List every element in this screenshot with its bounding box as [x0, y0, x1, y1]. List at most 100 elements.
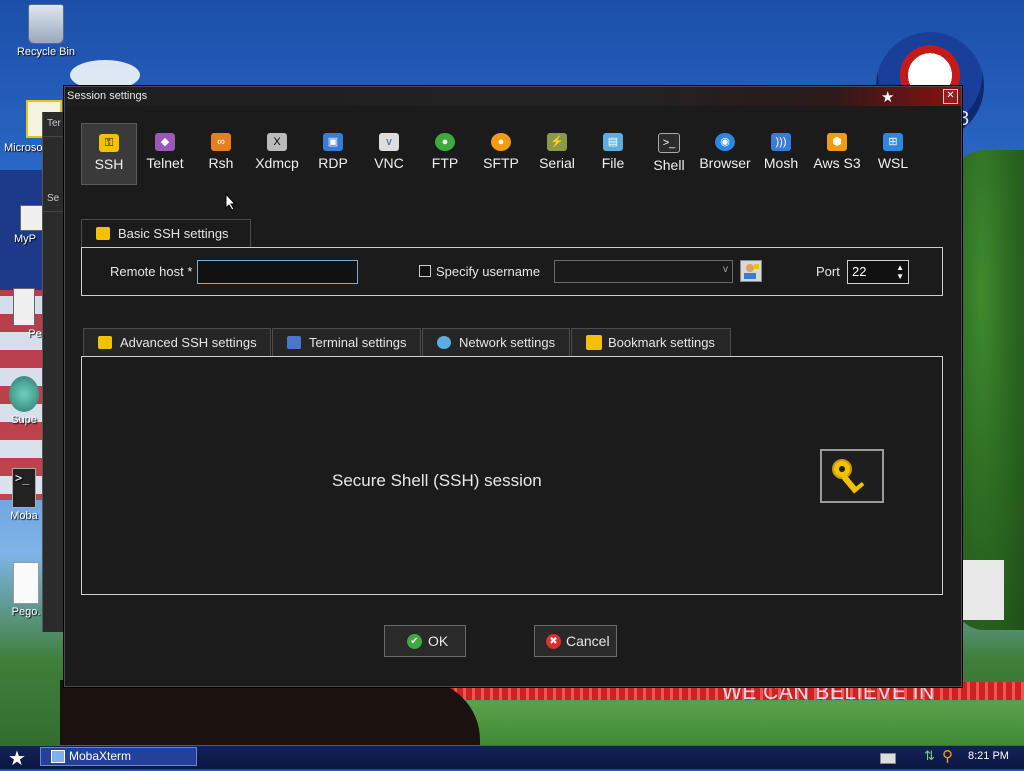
- vnc-icon: v: [379, 133, 399, 151]
- remote-host-input[interactable]: [197, 260, 358, 284]
- protocol-shell[interactable]: >_ Shell: [641, 123, 697, 185]
- dialog-title: Session settings: [67, 90, 148, 102]
- browser-icon: ◉: [715, 133, 735, 151]
- shortcut-icon: [20, 205, 44, 231]
- keyboard-icon[interactable]: [880, 753, 896, 764]
- file-icon: ▤: [603, 133, 623, 151]
- protocol-sftp[interactable]: ● SFTP: [473, 123, 529, 185]
- telnet-icon: ◆: [155, 133, 175, 151]
- tab-network-settings[interactable]: Network settings: [422, 328, 570, 356]
- recycle-bin-icon: [28, 4, 64, 44]
- desktop-icon-label: Pego.: [11, 606, 41, 618]
- username-select[interactable]: v: [554, 260, 733, 283]
- protocol-label: FTP: [431, 155, 459, 171]
- sftp-icon: ●: [491, 133, 511, 151]
- protocol-vnc[interactable]: v VNC: [361, 123, 417, 185]
- protocol-mosh[interactable]: ))) Mosh: [753, 123, 809, 185]
- protocol-label: Shell: [653, 157, 685, 173]
- cancel-icon: ✖: [546, 634, 561, 649]
- dialog-titlebar[interactable]: Session settings ★ ✕: [65, 87, 961, 106]
- cancel-button-label: Cancel: [566, 633, 610, 649]
- rsh-icon: ∞: [211, 133, 231, 151]
- protocol-ssh[interactable]: ⚿ SSH: [81, 123, 137, 185]
- taskbar-app-label: MobaXterm: [69, 749, 132, 763]
- desktop-icon-supe[interactable]: Supe: [4, 376, 44, 426]
- protocol-rdp[interactable]: ▣ RDP: [305, 123, 361, 185]
- desktop-icon-label: Microsof: [4, 142, 46, 154]
- terminal-icon: [287, 336, 301, 349]
- protocol-telnet[interactable]: ◆ Telnet: [137, 123, 193, 185]
- protocol-browser[interactable]: ◉ Browser: [697, 123, 753, 185]
- close-button[interactable]: ✕: [943, 89, 958, 104]
- protocol-aws-s3[interactable]: ⬢ Aws S3: [809, 123, 865, 185]
- protocol-label: Telnet: [146, 155, 184, 171]
- key-icon: ⚿: [99, 134, 119, 152]
- taskbar: ★ MobaXterm ⇅ ⚲ 8:21 PM: [0, 745, 1024, 771]
- network-tray-icon[interactable]: ⇅: [924, 748, 935, 764]
- rdp-icon: ▣: [323, 133, 343, 151]
- specify-username-label: Specify username: [436, 264, 541, 279]
- protocol-label: File: [601, 155, 625, 171]
- tab-advanced-ssh-settings[interactable]: Advanced SSH settings: [83, 328, 271, 356]
- spin-down-icon[interactable]: ▼: [896, 272, 904, 281]
- protocol-xdmcp[interactable]: X Xdmcp: [249, 123, 305, 185]
- ftp-icon: ●: [435, 133, 455, 151]
- shell-icon: >_: [658, 133, 680, 153]
- taskbar-app-mobaxterm[interactable]: MobaXterm: [40, 747, 197, 766]
- tab-terminal-settings[interactable]: Terminal settings: [272, 328, 421, 356]
- protocol-label: Mosh: [763, 155, 799, 171]
- protocol-serial[interactable]: ⚡ Serial: [529, 123, 585, 185]
- tab-bookmark-settings[interactable]: Bookmark settings: [571, 328, 731, 356]
- cancel-button[interactable]: ✖ Cancel: [534, 625, 617, 657]
- protocol-ftp[interactable]: ● FTP: [417, 123, 473, 185]
- protocol-label: SSH: [94, 156, 124, 172]
- protocol-label: WSL: [877, 155, 909, 171]
- tab-label: Advanced SSH settings: [120, 335, 257, 350]
- protocol-bar: ⚿ SSH ◆ Telnet ∞ Rsh X Xdmcp ▣ RDP v VNC…: [81, 123, 921, 187]
- desktop-icon-pe[interactable]: Pe: [4, 288, 44, 340]
- network-icon: [437, 336, 451, 349]
- star-icon: ★: [881, 89, 895, 106]
- protocol-label: Aws S3: [813, 155, 861, 171]
- spin-up-icon[interactable]: ▲: [896, 263, 904, 272]
- taskbar-clock[interactable]: 8:21 PM: [968, 750, 1009, 762]
- remote-host-label: Remote host *: [110, 264, 193, 279]
- protocol-file[interactable]: ▤ File: [585, 123, 641, 185]
- ssh-key-badge: [820, 449, 884, 503]
- tab-label: Bookmark settings: [608, 335, 715, 350]
- protocol-label: VNC: [374, 155, 404, 171]
- tab-label: Basic SSH settings: [118, 226, 229, 241]
- session-settings-dialog: Session settings ★ ✕ ⚿ SSH ◆ Telnet ∞ Rs…: [64, 86, 962, 687]
- protocol-label: SFTP: [483, 155, 519, 171]
- port-spinner[interactable]: 22 ▲ ▼: [847, 260, 909, 284]
- protocol-rsh[interactable]: ∞ Rsh: [193, 123, 249, 185]
- desktop-icon-label: Pe: [28, 328, 42, 340]
- xdmcp-icon: X: [267, 133, 287, 151]
- key-icon: [98, 336, 112, 349]
- protocol-wsl[interactable]: ⊞ WSL: [865, 123, 921, 185]
- desktop-icon-label: Recycle Bin: [16, 46, 76, 58]
- ok-button[interactable]: ✔ OK: [384, 625, 466, 657]
- bookmark-icon: [586, 335, 602, 350]
- user-credentials-button[interactable]: [740, 260, 762, 282]
- port-value: 22: [852, 264, 867, 279]
- serial-icon: ⚡: [547, 133, 567, 151]
- port-label: Port: [816, 264, 840, 279]
- document-icon: [13, 562, 39, 604]
- tab-label: Network settings: [459, 335, 556, 350]
- tab-label: Terminal settings: [309, 335, 407, 350]
- basic-settings-panel: Remote host * Specify username v Port 22…: [81, 247, 943, 296]
- search-icon[interactable]: ⚲: [942, 747, 953, 765]
- tab-basic-ssh-settings[interactable]: Basic SSH settings: [81, 219, 251, 247]
- app-round-icon: [9, 376, 39, 412]
- mosh-icon: ))): [771, 133, 791, 151]
- mobaxterm-icon: [51, 750, 65, 763]
- specify-username-checkbox[interactable]: [419, 265, 431, 277]
- desktop-icon-recycle-bin[interactable]: Recycle Bin: [10, 4, 82, 58]
- aws-icon: ⬢: [827, 133, 847, 151]
- key-icon: [832, 459, 865, 494]
- shortcut-icon: [13, 288, 35, 326]
- desktop-icon-moba[interactable]: >_ Moba: [4, 468, 44, 522]
- start-star-icon[interactable]: ★: [8, 746, 26, 771]
- windows-icon: ⊞: [883, 133, 903, 151]
